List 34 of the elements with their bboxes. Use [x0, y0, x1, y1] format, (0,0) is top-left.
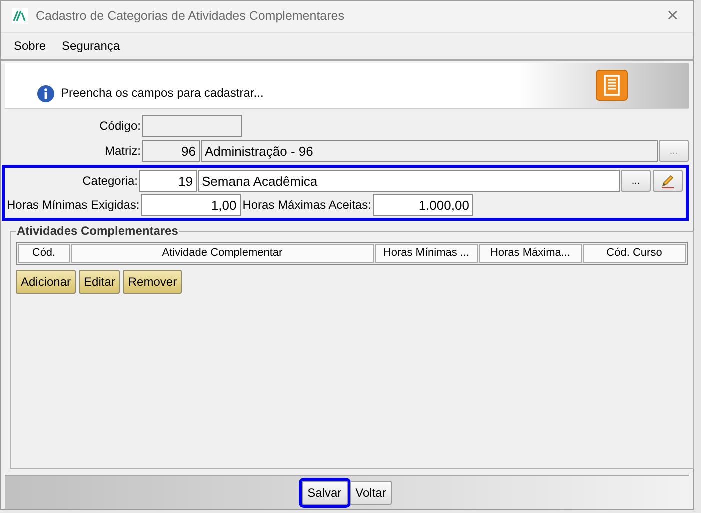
column-header[interactable]: Horas Mínimas ...	[375, 244, 478, 264]
document-icon	[596, 70, 628, 101]
action-button[interactable]: Adicionar	[16, 270, 76, 294]
menu-item[interactable]: Segurança	[62, 38, 120, 53]
input-field[interactable]: 1.000,00	[373, 194, 474, 216]
footer-button[interactable]: Voltar	[350, 480, 392, 505]
column-header[interactable]: Horas Máxima...	[479, 244, 582, 264]
input-field[interactable]: Semana Acadêmica	[198, 170, 620, 192]
lookup-button[interactable]: ...	[621, 170, 651, 192]
action-button[interactable]: Remover	[123, 270, 182, 294]
pencil-icon	[660, 173, 676, 190]
window-title: Cadastro de Categorias de Atividades Complementares	[36, 9, 346, 24]
edit-button[interactable]	[653, 170, 683, 192]
action-button[interactable]: Editar	[79, 270, 120, 294]
app-logo-icon	[12, 8, 28, 24]
field-label: Horas Mínimas Exigidas:	[6, 198, 140, 212]
field-label: Horas Máximas Aceitas:	[242, 198, 372, 212]
group-title: Atividades Complementares	[16, 224, 180, 238]
field-label: Categoria:	[82, 174, 138, 188]
info-message: Preencha os campos para cadastrar...	[61, 86, 264, 100]
close-button[interactable]: ×	[653, 1, 693, 32]
input-field[interactable]: 1,00	[140, 194, 241, 216]
footer-button[interactable]: Salvar	[302, 480, 348, 505]
column-header[interactable]: Cód. Curso	[583, 244, 686, 264]
field-label: Matriz:	[104, 144, 141, 158]
input-field[interactable]	[142, 115, 242, 138]
column-header[interactable]: Atividade Complementar	[71, 244, 374, 264]
input-field[interactable]: 96	[142, 140, 200, 162]
field-label: Código:	[98, 119, 141, 134]
input-field[interactable]: 19	[139, 170, 197, 192]
info-icon	[37, 84, 55, 103]
input-field[interactable]: Administração - 96	[201, 140, 658, 162]
column-header[interactable]: Cód.	[18, 244, 70, 264]
menu-item[interactable]: Sobre	[14, 38, 46, 53]
